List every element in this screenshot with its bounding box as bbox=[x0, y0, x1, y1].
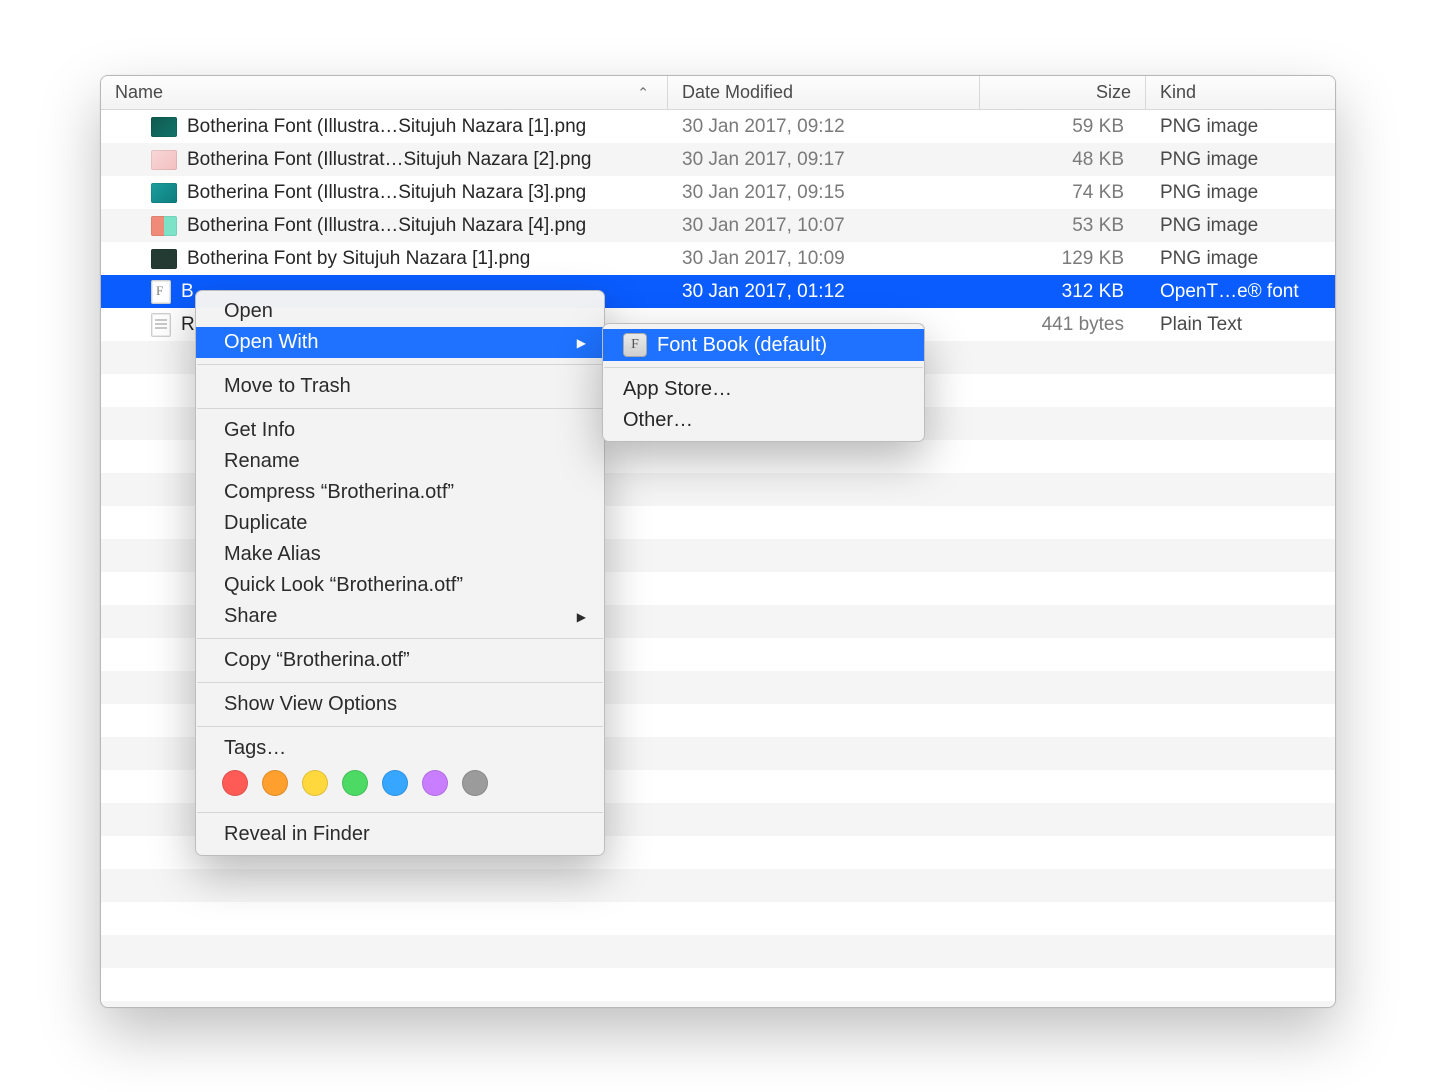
file-name-cell: Botherina Font (Illustrat…Situjuh Nazara… bbox=[101, 149, 668, 171]
file-row[interactable]: Botherina Font (Illustra…Situjuh Nazara … bbox=[101, 176, 1335, 209]
column-header-kind[interactable]: Kind bbox=[1146, 76, 1335, 109]
column-header-row: Name ⌃ Date Modified Size Kind bbox=[101, 76, 1335, 110]
file-name-label: Botherina Font (Illustra…Situjuh Nazara … bbox=[187, 182, 586, 204]
file-row[interactable]: Botherina Font (Illustra…Situjuh Nazara … bbox=[101, 110, 1335, 143]
menu-rename[interactable]: Rename bbox=[196, 446, 604, 477]
file-size-cell: 129 KB bbox=[981, 248, 1146, 270]
menu-separator bbox=[197, 638, 603, 639]
menu-move-to-trash[interactable]: Move to Trash bbox=[196, 371, 604, 402]
menu-make-alias[interactable]: Make Alias bbox=[196, 539, 604, 570]
file-icon bbox=[151, 249, 177, 269]
file-icon bbox=[151, 183, 177, 203]
tag-color-row bbox=[196, 764, 604, 806]
menu-copy[interactable]: Copy “Brotherina.otf” bbox=[196, 645, 604, 676]
file-date-cell: 30 Jan 2017, 10:07 bbox=[668, 215, 981, 237]
file-name-cell: Botherina Font (Illustra…Situjuh Nazara … bbox=[101, 215, 668, 237]
menu-separator bbox=[197, 726, 603, 727]
menu-compress[interactable]: Compress “Brotherina.otf” bbox=[196, 477, 604, 508]
menu-duplicate[interactable]: Duplicate bbox=[196, 508, 604, 539]
file-name-label: Botherina Font (Illustra…Situjuh Nazara … bbox=[187, 215, 586, 237]
file-icon bbox=[151, 280, 171, 304]
empty-row bbox=[101, 869, 1335, 902]
open-with-submenu: F Font Book (default) App Store… Other… bbox=[602, 323, 925, 442]
empty-row bbox=[101, 935, 1335, 968]
submenu-other-label: Other… bbox=[623, 409, 693, 432]
menu-separator bbox=[197, 812, 603, 813]
menu-open[interactable]: Open bbox=[196, 296, 604, 327]
menu-separator bbox=[197, 364, 603, 365]
file-size-cell: 59 KB bbox=[981, 116, 1146, 138]
menu-quick-look[interactable]: Quick Look “Brotherina.otf” bbox=[196, 570, 604, 601]
tag-color-dot[interactable] bbox=[462, 770, 488, 796]
file-name-cell: Botherina Font (Illustra…Situjuh Nazara … bbox=[101, 116, 668, 138]
submenu-app-store-label: App Store… bbox=[623, 378, 732, 401]
sort-ascending-icon: ⌃ bbox=[637, 84, 649, 101]
file-size-cell: 53 KB bbox=[981, 215, 1146, 237]
file-date-cell: 30 Jan 2017, 01:12 bbox=[668, 281, 981, 303]
file-name-cell: Botherina Font by Situjuh Nazara [1].png bbox=[101, 248, 668, 270]
file-kind-cell: OpenT…e® font bbox=[1146, 281, 1335, 303]
tag-color-dot[interactable] bbox=[382, 770, 408, 796]
file-icon bbox=[151, 117, 177, 137]
file-name-label: Botherina Font (Illustra…Situjuh Nazara … bbox=[187, 116, 586, 138]
menu-separator bbox=[197, 408, 603, 409]
column-header-size-label: Size bbox=[1096, 82, 1131, 103]
file-name-label: Botherina Font (Illustrat…Situjuh Nazara… bbox=[187, 149, 591, 171]
file-size-cell: 312 KB bbox=[981, 281, 1146, 303]
file-name-label: B bbox=[181, 281, 194, 303]
column-header-date-label: Date Modified bbox=[682, 82, 793, 103]
file-name-label: Botherina Font by Situjuh Nazara [1].png bbox=[187, 248, 530, 270]
menu-separator bbox=[604, 367, 923, 368]
file-date-cell: 30 Jan 2017, 09:17 bbox=[668, 149, 981, 171]
file-kind-cell: Plain Text bbox=[1146, 314, 1335, 336]
file-size-cell: 441 bytes bbox=[981, 314, 1146, 336]
column-header-name[interactable]: Name ⌃ bbox=[101, 76, 668, 109]
file-row[interactable]: Botherina Font (Illustra…Situjuh Nazara … bbox=[101, 209, 1335, 242]
file-kind-cell: PNG image bbox=[1146, 149, 1335, 171]
tag-color-dot[interactable] bbox=[262, 770, 288, 796]
column-header-date[interactable]: Date Modified bbox=[668, 76, 980, 109]
menu-share[interactable]: Share bbox=[196, 601, 604, 632]
file-kind-cell: PNG image bbox=[1146, 182, 1335, 204]
menu-tags[interactable]: Tags… bbox=[196, 733, 604, 764]
file-kind-cell: PNG image bbox=[1146, 116, 1335, 138]
tag-color-dot[interactable] bbox=[422, 770, 448, 796]
file-size-cell: 48 KB bbox=[981, 149, 1146, 171]
menu-separator bbox=[197, 682, 603, 683]
tag-color-dot[interactable] bbox=[342, 770, 368, 796]
column-header-name-label: Name bbox=[115, 82, 163, 103]
column-header-size[interactable]: Size bbox=[980, 76, 1146, 109]
file-icon bbox=[151, 216, 177, 236]
empty-row bbox=[101, 968, 1335, 1001]
empty-row bbox=[101, 902, 1335, 935]
tag-color-dot[interactable] bbox=[302, 770, 328, 796]
file-icon bbox=[151, 313, 171, 337]
file-date-cell: 30 Jan 2017, 09:15 bbox=[668, 182, 981, 204]
menu-show-view-options[interactable]: Show View Options bbox=[196, 689, 604, 720]
submenu-other[interactable]: Other… bbox=[603, 405, 924, 436]
file-kind-cell: PNG image bbox=[1146, 248, 1335, 270]
column-header-kind-label: Kind bbox=[1160, 82, 1196, 103]
context-menu: Open Open With Move to Trash Get Info Re… bbox=[195, 290, 605, 856]
menu-reveal-in-finder[interactable]: Reveal in Finder bbox=[196, 819, 604, 850]
tag-color-dot[interactable] bbox=[222, 770, 248, 796]
submenu-font-book-label: Font Book (default) bbox=[657, 334, 827, 357]
menu-get-info[interactable]: Get Info bbox=[196, 415, 604, 446]
submenu-font-book[interactable]: F Font Book (default) bbox=[603, 329, 924, 361]
finder-window: Name ⌃ Date Modified Size Kind Botherina… bbox=[100, 75, 1336, 1008]
font-book-icon: F bbox=[623, 333, 647, 357]
file-date-cell: 30 Jan 2017, 09:12 bbox=[668, 116, 981, 138]
file-icon bbox=[151, 150, 177, 170]
file-date-cell: 30 Jan 2017, 10:09 bbox=[668, 248, 981, 270]
submenu-app-store[interactable]: App Store… bbox=[603, 374, 924, 405]
menu-open-with[interactable]: Open With bbox=[196, 327, 604, 358]
empty-row bbox=[101, 1001, 1335, 1008]
file-row[interactable]: Botherina Font by Situjuh Nazara [1].png… bbox=[101, 242, 1335, 275]
file-name-label: R bbox=[181, 314, 195, 336]
file-name-cell: Botherina Font (Illustra…Situjuh Nazara … bbox=[101, 182, 668, 204]
file-kind-cell: PNG image bbox=[1146, 215, 1335, 237]
file-size-cell: 74 KB bbox=[981, 182, 1146, 204]
file-row[interactable]: Botherina Font (Illustrat…Situjuh Nazara… bbox=[101, 143, 1335, 176]
